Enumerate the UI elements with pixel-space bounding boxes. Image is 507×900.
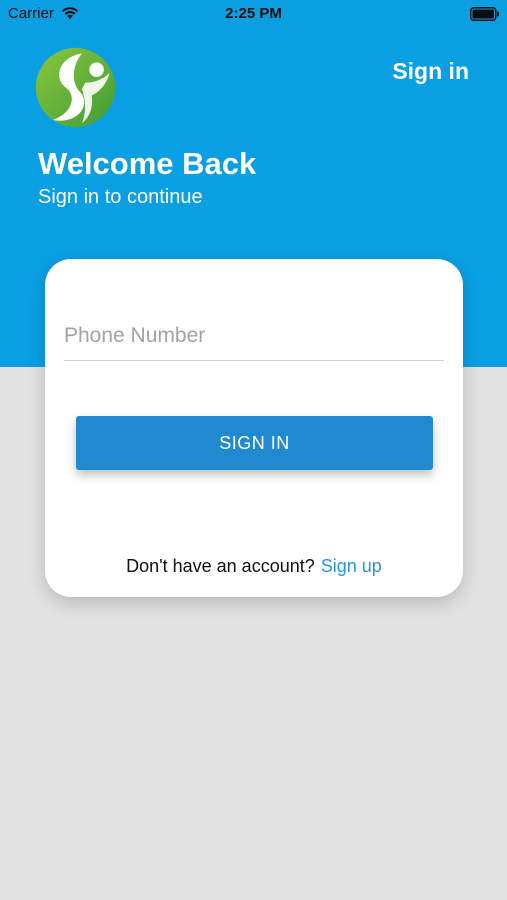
page-title: Welcome Back — [38, 146, 257, 181]
status-time: 2:25 PM — [225, 5, 282, 22]
nav-sign-in-link[interactable]: Sign in — [392, 58, 469, 85]
sign-in-button[interactable]: SIGN IN — [76, 416, 433, 470]
status-bar: Carrier 2:25 PM — [0, 0, 507, 28]
phone-number-input[interactable] — [64, 311, 444, 361]
sign-in-card: SIGN IN Don't have an account? Sign up — [45, 259, 463, 597]
page-subtitle: Sign in to continue — [38, 186, 203, 208]
sign-up-link[interactable]: Sign up — [321, 556, 382, 576]
battery-icon — [470, 7, 499, 21]
sign-up-row: Don't have an account? Sign up — [45, 556, 463, 577]
sign-up-prompt: Don't have an account? — [126, 556, 315, 576]
green-person-logo-icon — [35, 47, 116, 128]
